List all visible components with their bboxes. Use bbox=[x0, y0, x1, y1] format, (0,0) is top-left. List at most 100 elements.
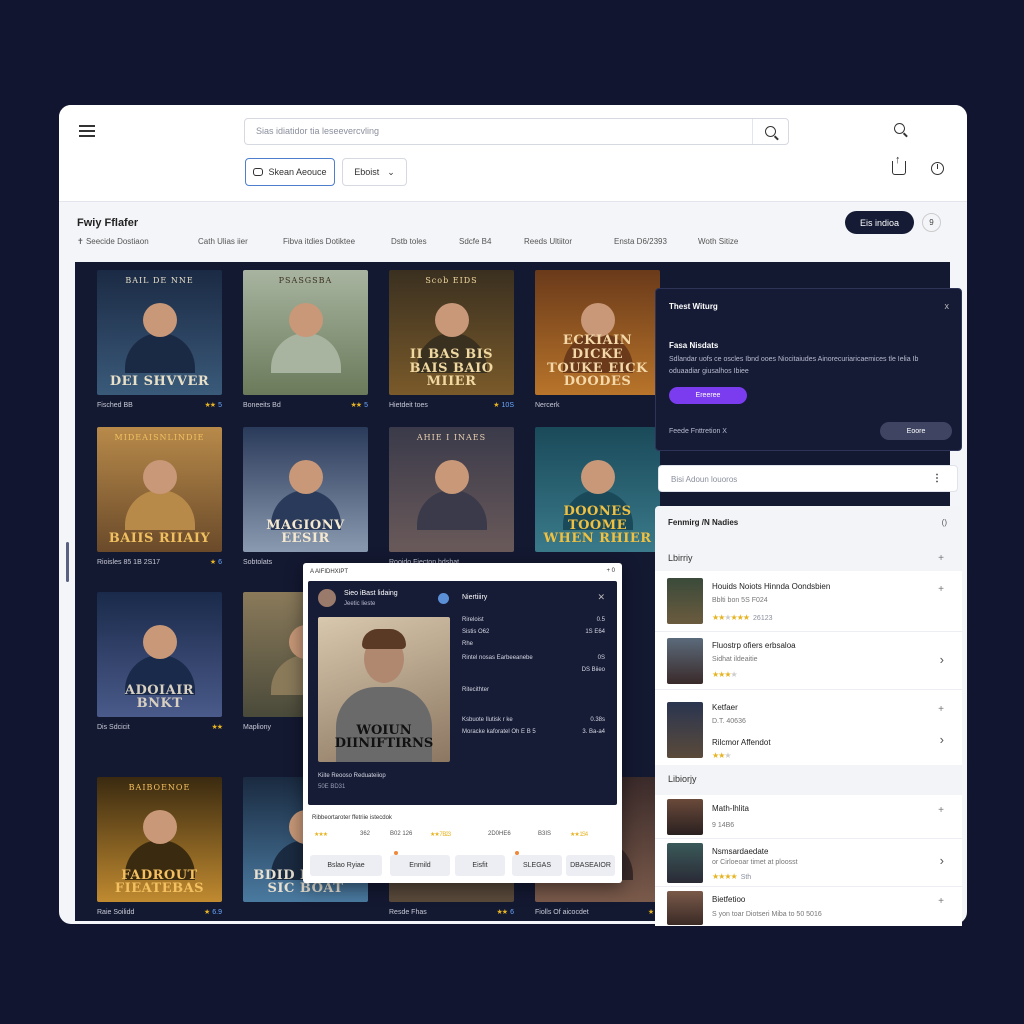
more-options-icon[interactable]: ⋮ bbox=[932, 473, 942, 484]
filter-dropdown[interactable]: Eboist ⌄ bbox=[342, 158, 407, 186]
movie-card[interactable]: ADOIAIR BNKT Dis Sdcicit ★★ bbox=[97, 592, 223, 734]
add-icon[interactable]: + bbox=[938, 805, 944, 816]
poster-figure-head bbox=[288, 303, 323, 337]
modal-primary-button[interactable]: Ereeree bbox=[669, 387, 747, 404]
filter-item[interactable]: ✝ Seecide Dostiaon bbox=[77, 237, 149, 246]
list-item-title: Bietfetioo bbox=[712, 895, 746, 904]
rating-stars: ★★ 5 bbox=[350, 402, 368, 409]
detail-author-sub: Jeetic lieste bbox=[344, 601, 376, 607]
movie-title: Mapliony bbox=[243, 723, 272, 731]
add-icon[interactable]: + bbox=[938, 553, 944, 564]
detail-tab[interactable]: SLEGAS bbox=[512, 855, 562, 876]
filter-item[interactable]: Sdcfe B4 bbox=[459, 237, 491, 246]
poster-figure-head bbox=[434, 460, 469, 494]
list-item[interactable]: Nsmsardaedate or Cirloeoar timet at ploo… bbox=[655, 838, 962, 886]
detail-info-label: Moracke kaforatel Oh E B 5 bbox=[462, 729, 536, 735]
list-thumbnail bbox=[667, 702, 703, 758]
movie-card[interactable]: DOONES TOOME WHEN RHIER bbox=[535, 427, 660, 569]
movie-card-meta: Fiolls Of aicocdet★6 bbox=[535, 905, 660, 919]
movie-poster: ECKIAIN DICKE TOUKE EICK DOODES bbox=[535, 270, 660, 395]
close-icon[interactable]: ✕ bbox=[597, 592, 605, 603]
rating-stars: ★★ bbox=[211, 724, 223, 731]
add-icon[interactable]: + bbox=[938, 896, 944, 907]
chevron-right-icon[interactable]: › bbox=[940, 652, 944, 667]
section-title: Lbirriy bbox=[668, 553, 693, 563]
movie-card[interactable]: MIDEAISNLINDIE BAIIS RIIAIY Rioisles 85 1B… bbox=[97, 427, 222, 569]
account-button-label: Skean Aeouce bbox=[268, 167, 327, 177]
close-icon[interactable]: x bbox=[945, 301, 950, 311]
detail-tab[interactable]: DBASEAIOR bbox=[566, 855, 615, 876]
side-search-input[interactable]: Bisi Adoun louoros ⋮ bbox=[658, 465, 958, 492]
list-item[interactable]: Fluostrp ofiers erbsaloa Sidhat ildeaiti… bbox=[655, 631, 962, 689]
chevron-right-icon[interactable]: › bbox=[940, 853, 944, 868]
movie-card[interactable]: MAGIONV EESIR Sobtolats bbox=[243, 427, 368, 569]
header-action-button[interactable]: Eis indioa bbox=[845, 211, 914, 234]
movie-card[interactable]: AHIE I INAES Rooido Fiecton hdsbat bbox=[389, 427, 514, 569]
share-icon[interactable] bbox=[892, 154, 906, 175]
modal-secondary-button[interactable]: Eoore bbox=[880, 422, 952, 440]
drag-handle[interactable] bbox=[66, 542, 69, 582]
detail-info-label: Ksbuote Ilutisk r ke bbox=[462, 717, 513, 723]
list-item[interactable]: Houids Noiots Hinnda Oondsbien Bblti bon… bbox=[655, 571, 962, 631]
filter-item[interactable]: Fibva itdies Dotiktee bbox=[283, 237, 355, 246]
panel-header-toggle[interactable]: () bbox=[942, 518, 947, 527]
list-item-subtitle: S yon toar Diotseri Miba to 50 5016 bbox=[712, 911, 822, 918]
detail-poster-title: WOIUN DIINIFTIRNS bbox=[334, 723, 434, 751]
header-circle-button[interactable]: 9 bbox=[922, 213, 941, 232]
movie-card-meta bbox=[243, 905, 368, 919]
poster-figure-head bbox=[142, 625, 177, 659]
detail-info-label: Ritecithter bbox=[462, 687, 490, 693]
globe-icon bbox=[438, 593, 449, 604]
account-button[interactable]: Skean Aeouce bbox=[245, 158, 335, 186]
modal-footer-text: Feede Fnttretion X bbox=[669, 428, 727, 435]
list-item[interactable]: Ketfaer D.T. 40636 Rilcmor Affendot ★★★ … bbox=[655, 689, 962, 765]
detail-tab[interactable]: Enmild bbox=[390, 855, 450, 876]
movie-title: Hietdeit toes bbox=[389, 401, 428, 409]
movie-card[interactable]: Scob EIDS II BAS BIS BAIS BAIO MIIER Hietd… bbox=[389, 270, 514, 412]
add-icon[interactable]: + bbox=[938, 704, 944, 715]
search-icon[interactable] bbox=[894, 123, 905, 134]
movie-card[interactable]: PSASGSBA Boneeits Bd ★★ 5 bbox=[243, 270, 368, 412]
poster-title: DEI SHVVER bbox=[109, 374, 210, 390]
rating-value: 2D0HE6 bbox=[488, 831, 511, 837]
movie-poster: MIDEAISNLINDIE BAIIS RIIAIY bbox=[97, 427, 222, 552]
filter-item[interactable]: Cath Ulias iier bbox=[198, 237, 248, 246]
list-item[interactable]: Math-lhlita 9 14B6 + bbox=[655, 795, 962, 838]
movie-card[interactable]: BAIBOENOE FADROUT FIEATEBAS Raie Soilidd ★ 6… bbox=[97, 777, 222, 919]
chevron-down-icon: ⌄ bbox=[387, 166, 395, 177]
poster-figure-head bbox=[142, 810, 177, 844]
detail-tabs: Bslao Ryiae Enmild Eisfit SLEGAS DBASEAI… bbox=[310, 851, 615, 876]
list-item-subtitle: or Cirloeoar timet at ploosst bbox=[712, 859, 798, 866]
rating-stars: ★★★★★★ 26123 bbox=[712, 613, 773, 622]
movie-title: Rioisles 85 1B 2S17 bbox=[97, 558, 161, 566]
list-item-title: Houids Noiots Hinnda Oondsbien bbox=[712, 582, 831, 591]
movie-poster: DOONES TOOME WHEN RHIER bbox=[535, 427, 660, 552]
rating-value: B02 126 bbox=[390, 831, 413, 837]
filter-item[interactable]: Woth Sitize bbox=[698, 237, 738, 246]
movie-poster: Scob EIDS II BAS BIS BAIS BAIO MIIER bbox=[389, 270, 514, 395]
rating-stars: ★★ 5 bbox=[204, 402, 222, 409]
movie-card[interactable]: ECKIAIN DICKE TOUKE EICK DOODES Nercerk bbox=[535, 270, 660, 412]
menu-icon[interactable] bbox=[79, 125, 95, 137]
search-submit-button[interactable] bbox=[752, 119, 788, 144]
search-input[interactable]: Sias idiatidor tia leseevercvling bbox=[244, 118, 789, 145]
filter-item[interactable]: Reeds Ultiitor bbox=[524, 237, 572, 246]
timer-icon[interactable] bbox=[931, 162, 944, 175]
detail-tab[interactable]: Eisfit bbox=[455, 855, 505, 876]
detail-topbar-controls[interactable]: + 0 bbox=[606, 568, 615, 574]
list-item[interactable]: Bietfetioo S yon toar Diotseri Miba to 5… bbox=[655, 886, 962, 926]
movie-card[interactable]: BAIL DE NNE DEI SHVVER Fisched BB ★★ 5 bbox=[97, 270, 222, 412]
add-icon[interactable]: + bbox=[938, 584, 944, 595]
poster-tagline: BAIBOENOE bbox=[128, 783, 191, 792]
movie-title: Fiolls Of aicocdet bbox=[535, 908, 589, 916]
poster-title: FADROUT FIEATEBAS bbox=[114, 867, 205, 897]
filter-item[interactable]: Dstb toles bbox=[391, 237, 427, 246]
movie-poster: BAIL DE NNE DEI SHVVER bbox=[97, 270, 222, 395]
detail-tab[interactable]: Bslao Ryiae bbox=[310, 855, 382, 876]
detail-info-value: 0.5 bbox=[596, 617, 605, 623]
chevron-right-icon[interactable]: › bbox=[940, 732, 944, 747]
poster-figure-head bbox=[580, 460, 615, 494]
modal-subtitle: Fasa Nisdats bbox=[669, 341, 719, 350]
poster-figure-body bbox=[270, 333, 341, 373]
filter-item[interactable]: Ensta D6/2393 bbox=[614, 237, 667, 246]
